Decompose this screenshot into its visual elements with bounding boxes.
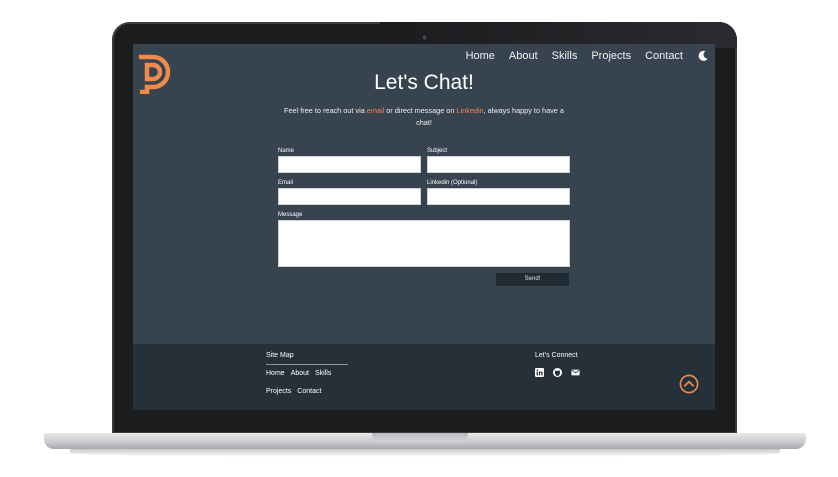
webcam (422, 35, 427, 40)
sitemap-title: Site Map (266, 352, 294, 359)
send-button[interactable]: Send! (496, 273, 569, 286)
email-label: Email (278, 180, 294, 186)
nav-skills[interactable]: Skills (552, 50, 578, 62)
message-label: Message (278, 212, 303, 218)
sitemap-divider (266, 364, 348, 365)
footer: Site Map Home About Skills Projects Cont… (133, 344, 715, 410)
sitemap-row-1: Home About Skills (266, 370, 331, 377)
linkedin-field[interactable] (427, 188, 570, 205)
footer-link-about[interactable]: About (291, 370, 309, 377)
intro-middle: or direct message on (384, 106, 457, 115)
sitemap-row-2: Projects Contact (266, 388, 321, 395)
name-label: Name (278, 148, 295, 154)
footer-link-home[interactable]: Home (266, 370, 285, 377)
nav-contact[interactable]: Contact (645, 50, 683, 62)
message-textarea[interactable] (278, 220, 570, 267)
page-title: Let's Chat! (374, 71, 474, 94)
screen: Home About Skills Projects Contact Let's… (133, 44, 715, 410)
footer-link-projects[interactable]: Projects (266, 388, 291, 395)
subject-field[interactable] (427, 156, 570, 173)
subject-label: Subject (427, 148, 448, 154)
email-field[interactable] (278, 188, 421, 205)
footer-link-contact[interactable]: Contact (297, 388, 321, 395)
linkedin-icon[interactable] (535, 368, 544, 377)
moon-icon[interactable] (697, 50, 709, 62)
connect-title: Let's Connect (535, 352, 578, 359)
footer-link-skills[interactable]: Skills (315, 370, 331, 377)
nav-home[interactable]: Home (466, 50, 495, 62)
intro-text: Feel free to reach out via email or dire… (283, 105, 565, 129)
intro-prefix: Feel free to reach out via (284, 106, 367, 115)
mail-icon[interactable] (571, 368, 580, 377)
linkedin-link[interactable]: Linkedin (456, 106, 483, 115)
laptop-shadow (70, 449, 780, 457)
linkedin-label: Linkedin (Optional) (427, 180, 478, 186)
email-link[interactable]: email (367, 106, 384, 115)
top-nav: Home About Skills Projects Contact (466, 50, 715, 62)
social-links (535, 368, 580, 377)
laptop-notch (372, 433, 468, 442)
name-field[interactable] (278, 156, 421, 173)
github-icon[interactable] (553, 368, 562, 377)
nav-projects[interactable]: Projects (591, 50, 631, 62)
nav-about[interactable]: About (509, 50, 538, 62)
chevron-up-circle-icon[interactable] (679, 374, 699, 394)
